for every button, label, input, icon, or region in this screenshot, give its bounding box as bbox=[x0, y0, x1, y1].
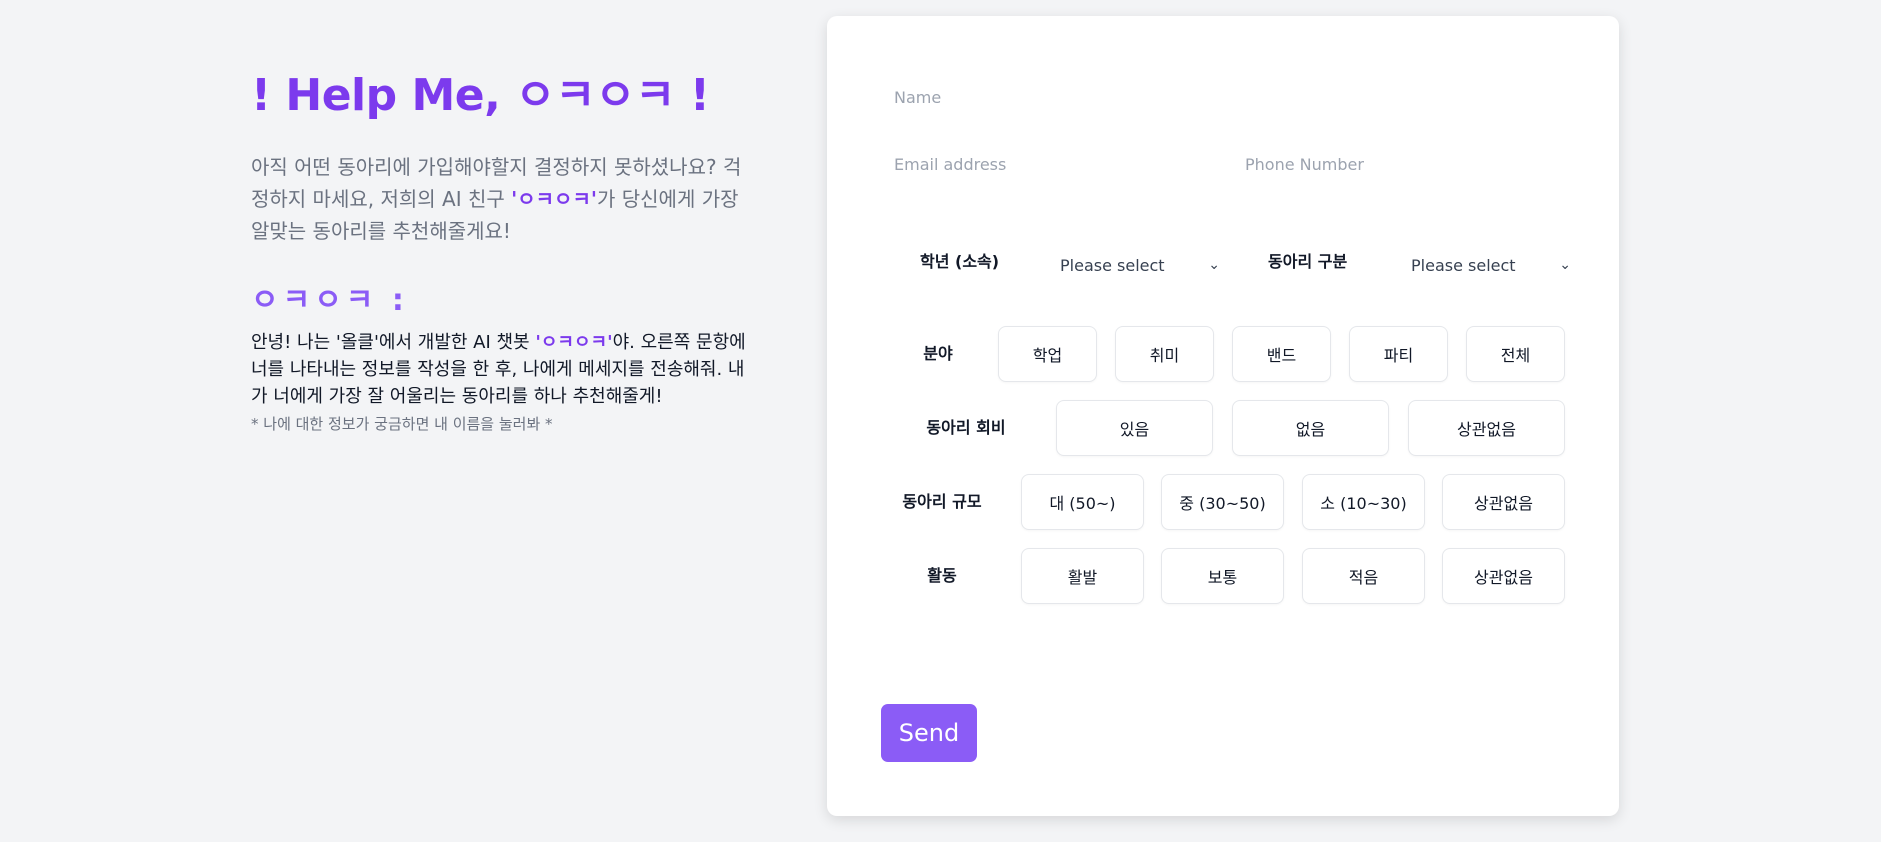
hero-title: ! Help Me, ㅇㅋㅇㅋ ! bbox=[251, 70, 710, 121]
intro-section: ! Help Me, ㅇㅋㅇㅋ ! 아직 어떤 동아리에 가입해야할지 결정하지… bbox=[251, 70, 751, 434]
chevron-down-icon: ⌄ bbox=[1559, 257, 1571, 273]
page: ! Help Me, ㅇㅋㅇㅋ ! 아직 어떤 동아리에 가입해야할지 결정하지… bbox=[0, 0, 1881, 842]
bot-desc-before: 안녕! 나는 '올클'에서 개발한 AI 챗봇 bbox=[251, 331, 536, 353]
size-option-large[interactable]: 대 (50~) bbox=[1021, 474, 1144, 530]
intro-text: 아직 어떤 동아리에 가입해야할지 결정하지 못하셨나요? 걱정하지 마세요, … bbox=[251, 151, 751, 247]
field-option-party[interactable]: 파티 bbox=[1349, 326, 1448, 382]
size-row-label: 동아리 규모 bbox=[902, 492, 982, 511]
size-option-small[interactable]: 소 (10~30) bbox=[1302, 474, 1425, 530]
form-card: 학년 (소속) Please select ⌄ 동아리 구분 Please se… bbox=[827, 16, 1619, 816]
activity-row-label: 활동 bbox=[927, 566, 957, 585]
size-option-medium[interactable]: 중 (30~50) bbox=[1161, 474, 1284, 530]
bot-name-link[interactable]: ㅇㅋㅇㅋ : bbox=[251, 283, 751, 319]
grade-select-value: Please select bbox=[1060, 255, 1165, 275]
name-input[interactable] bbox=[894, 82, 1554, 112]
fee-option-no[interactable]: 없음 bbox=[1232, 400, 1389, 456]
bot-hint: * 나에 대한 정보가 궁금하면 내 이름을 눌러봐 * bbox=[251, 414, 553, 433]
email-input[interactable] bbox=[894, 149, 1214, 179]
phone-input[interactable] bbox=[1245, 149, 1565, 179]
bot-description: 안녕! 나는 '올클'에서 개발한 AI 챗봇 'ㅇㅋㅇㅋ'야. 오른쪽 문항에… bbox=[251, 329, 751, 410]
field-option-band[interactable]: 밴드 bbox=[1232, 326, 1331, 382]
field-row-label: 분야 bbox=[923, 344, 953, 363]
club-type-select[interactable]: Please select ⌄ bbox=[1411, 250, 1571, 280]
fee-row-label: 동아리 회비 bbox=[926, 418, 1006, 437]
field-option-study[interactable]: 학업 bbox=[998, 326, 1097, 382]
chevron-down-icon: ⌄ bbox=[1208, 257, 1220, 273]
grade-select[interactable]: Please select ⌄ bbox=[1060, 250, 1220, 280]
club-type-select-value: Please select bbox=[1411, 255, 1516, 275]
field-option-hobby[interactable]: 취미 bbox=[1115, 326, 1214, 382]
size-option-any[interactable]: 상관없음 bbox=[1442, 474, 1565, 530]
bot-desc-name: 'ㅇㅋㅇㅋ' bbox=[535, 331, 613, 353]
activity-option-active[interactable]: 활발 bbox=[1021, 548, 1144, 604]
intro-bot-name: 'ㅇㅋㅇㅋ' bbox=[511, 186, 597, 211]
field-option-all[interactable]: 전체 bbox=[1466, 326, 1565, 382]
activity-option-normal[interactable]: 보통 bbox=[1161, 548, 1284, 604]
fee-option-yes[interactable]: 있음 bbox=[1056, 400, 1213, 456]
activity-option-any[interactable]: 상관없음 bbox=[1442, 548, 1565, 604]
grade-label: 학년 (소속) bbox=[920, 252, 1000, 271]
club-type-label: 동아리 구분 bbox=[1268, 252, 1348, 271]
fee-option-any[interactable]: 상관없음 bbox=[1408, 400, 1565, 456]
send-button[interactable]: Send bbox=[881, 704, 977, 762]
activity-option-low[interactable]: 적음 bbox=[1302, 548, 1425, 604]
